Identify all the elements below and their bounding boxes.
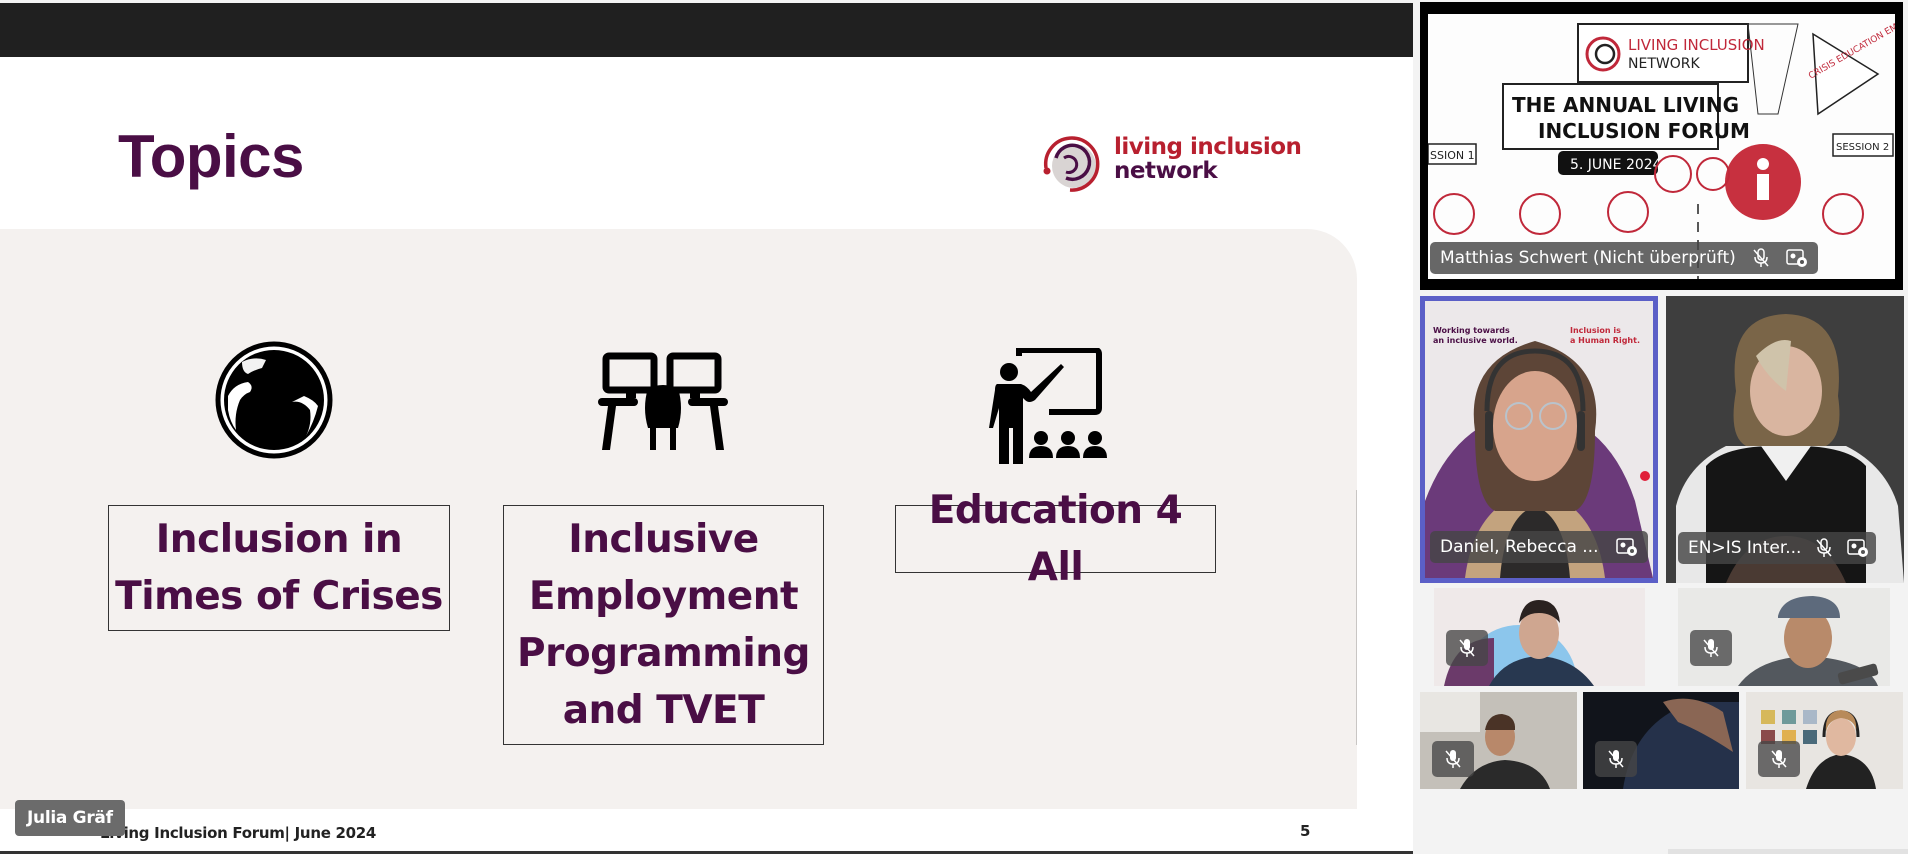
participant-name-tag: Daniel, Rebecca ... <box>1430 531 1648 563</box>
mic-off-badge <box>1446 630 1488 666</box>
mic-off-badge <box>1690 630 1732 666</box>
video-tile-participant[interactable] <box>1583 692 1739 789</box>
illustration-date: 5. JUNE 2024 <box>1570 157 1662 173</box>
illustration-title-line2: INCLUSION FORUM <box>1538 119 1750 143</box>
slide-page-number: 5 <box>1300 822 1311 840</box>
brand-name-line2: network <box>1114 158 1218 184</box>
illustration-org-line1: LIVING INCLUSION <box>1628 36 1765 54</box>
participant-name: Daniel, Rebecca ... <box>1440 537 1599 557</box>
brand-logo-circles-icon <box>1043 136 1100 192</box>
mic-off-badge <box>1758 741 1800 777</box>
forum-illustration-icon: LIVING INCLUSION NETWORK THE ANNUAL LIVI… <box>1428 14 1895 279</box>
topic-label: Education 4 All <box>928 488 1183 590</box>
topic-box-crises: Inclusion in Times of Crises <box>108 505 450 631</box>
svg-text:Inclusion is: Inclusion is <box>1570 326 1621 335</box>
brand-name-line1: living inclusion <box>1114 134 1302 160</box>
mic-off-icon <box>1815 537 1833 559</box>
video-tile-participant[interactable] <box>1746 692 1903 789</box>
shared-slide: Topics living inclusion network Inclusio… <box>0 0 1413 854</box>
video-gallery: LIVING INCLUSION NETWORK THE ANNUAL LIVI… <box>1413 0 1908 854</box>
gallery-scrollbar[interactable] <box>1668 849 1908 854</box>
mic-off-icon <box>1445 750 1461 768</box>
brand-logo: living inclusion network <box>1036 128 1302 198</box>
presenter-name-tag: Julia Gräf <box>15 800 125 836</box>
participant-name-tag: Matthias Schwert (Nicht überprüft) <box>1430 242 1818 274</box>
participant-name: EN>IS Inter... <box>1688 538 1802 558</box>
svg-text:a Human Right.: a Human Right. <box>1570 336 1640 345</box>
svg-text:Working towards: Working towards <box>1433 326 1510 335</box>
mic-off-icon <box>1750 247 1772 269</box>
illustration-session-right: SESSION 2 <box>1836 142 1889 153</box>
topic-box-education: Education 4 All <box>895 488 1216 590</box>
slide-title: Topics <box>118 123 304 190</box>
illustration-session-left: SSION 1 <box>1430 149 1475 162</box>
illustration-title-line1: THE ANNUAL LIVING <box>1512 93 1739 117</box>
teacher-classroom-icon <box>985 347 1113 466</box>
pin-video-icon[interactable] <box>1786 247 1808 269</box>
globe-icon <box>214 340 334 460</box>
panel-edge-line <box>1356 490 1357 745</box>
slide-footer: Living Inclusion Forum| June 2024 <box>100 824 377 842</box>
workstation-icon <box>598 352 728 452</box>
slide-top-bar <box>0 3 1413 57</box>
video-tile-participant[interactable] <box>1678 588 1890 686</box>
video-tile-stage[interactable]: LIVING INCLUSION NETWORK THE ANNUAL LIVI… <box>1420 2 1903 290</box>
mic-off-icon <box>1459 639 1475 657</box>
illustration-org-line2: NETWORK <box>1628 56 1700 72</box>
video-tile-participant[interactable] <box>1434 588 1645 686</box>
topic-label: Inclusion in Times of Crises <box>115 517 443 619</box>
mic-off-icon <box>1771 750 1787 768</box>
pin-video-icon[interactable] <box>1616 536 1638 558</box>
video-tile-active-speaker[interactable]: Working towards an inclusive world. Incl… <box>1420 296 1658 583</box>
video-tile-interpreter[interactable]: EN>IS Inter... <box>1666 296 1904 583</box>
mic-off-badge <box>1432 741 1474 777</box>
mic-off-icon <box>1608 750 1624 768</box>
svg-text:an inclusive world.: an inclusive world. <box>1433 336 1518 345</box>
participant-name-tag: EN>IS Inter... <box>1678 532 1876 564</box>
mic-off-icon <box>1703 639 1719 657</box>
participant-name: Matthias Schwert (Nicht überprüft) <box>1440 248 1736 268</box>
mic-off-badge <box>1595 741 1637 777</box>
pin-video-icon[interactable] <box>1847 537 1869 559</box>
shared-video-illustration: LIVING INCLUSION NETWORK THE ANNUAL LIVI… <box>1428 14 1895 279</box>
topic-label: Inclusive Employment Programming and TVE… <box>517 517 810 733</box>
topic-box-employment: Inclusive Employment Programming and TVE… <box>503 505 824 745</box>
video-tile-participant[interactable] <box>1420 692 1577 789</box>
